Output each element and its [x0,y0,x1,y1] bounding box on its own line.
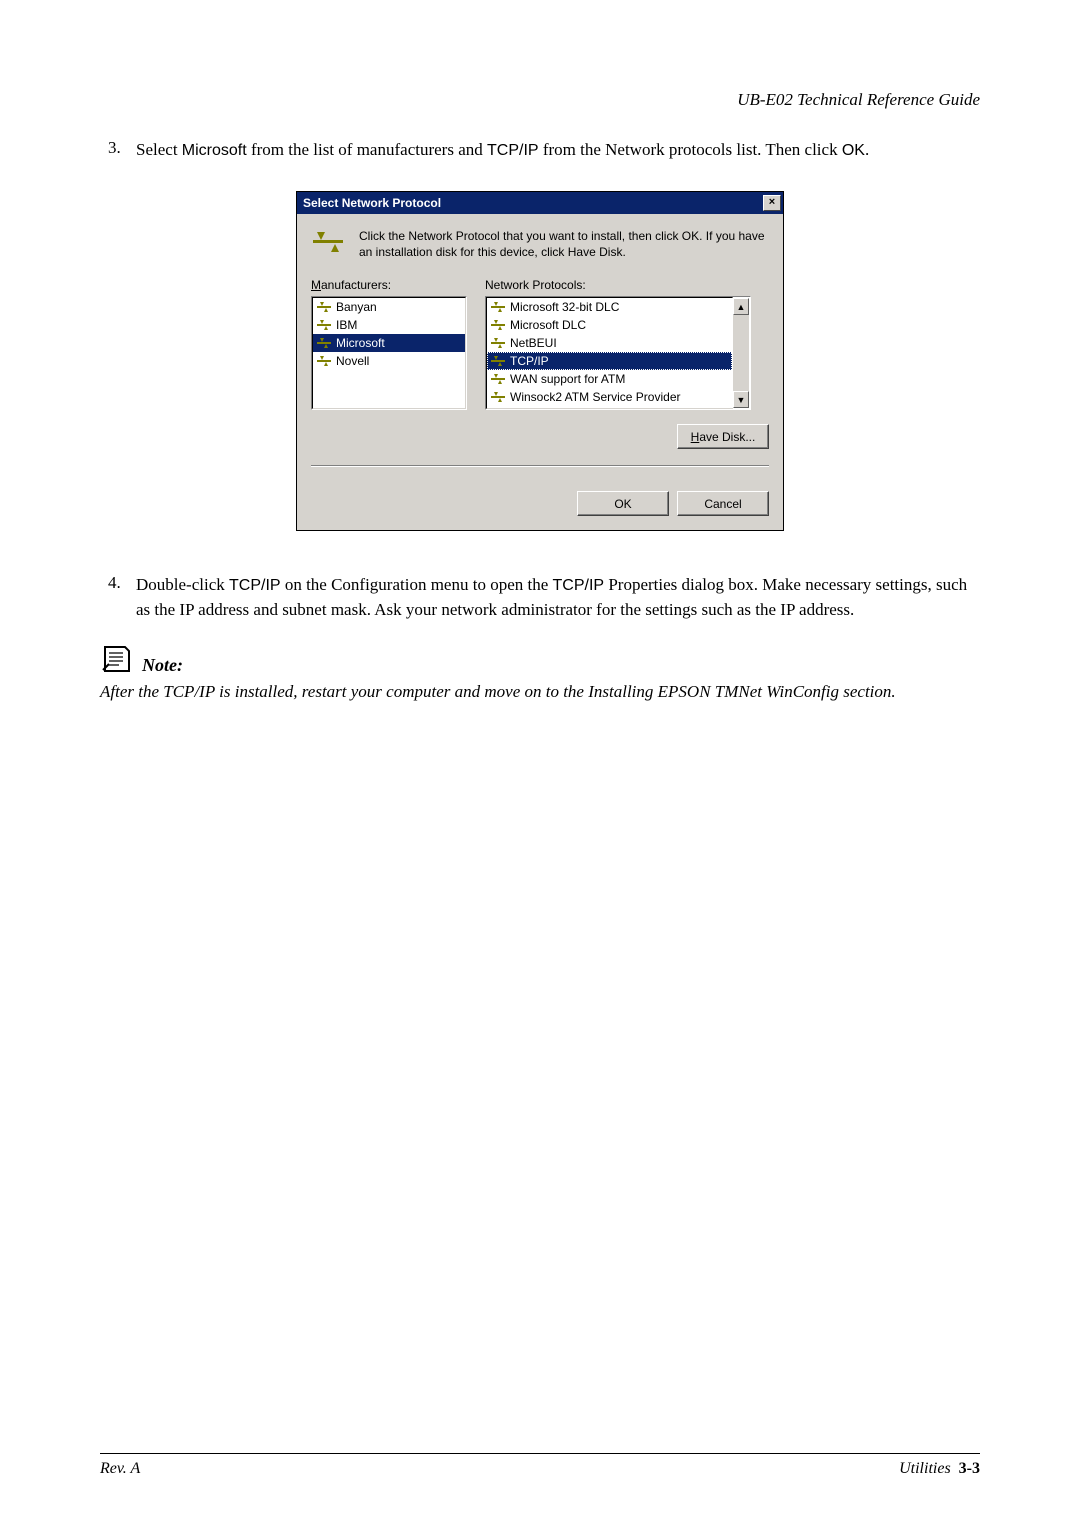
close-icon: × [769,197,775,208]
step-3-number: 3. [100,138,136,163]
protocol-icon [490,372,506,386]
step-3-text: Select Microsoft from the list of manufa… [136,138,980,163]
footer-page: 3-3 [959,1460,980,1477]
cancel-button[interactable]: Cancel [677,491,769,516]
protocol-icon [490,336,506,350]
scroll-down-button[interactable]: ▼ [733,391,749,408]
chevron-down-icon: ▼ [737,395,746,405]
note-label: Note: [142,655,183,676]
protocol-icon [316,354,332,368]
protocol-icon [316,336,332,350]
protocol-icon [490,300,506,314]
step3-tcpip: TCP/IP [487,142,539,159]
footer-right: Utilities 3-3 [899,1460,980,1478]
manufacturer-item[interactable]: Microsoft [313,334,465,352]
close-button[interactable]: × [763,195,781,211]
step3-microsoft: Microsoft [182,142,247,159]
ok-button[interactable]: OK [577,491,669,516]
step3-t4: . [865,140,869,159]
protocol-item[interactable]: NetBEUI [487,334,732,352]
dialog-screenshot: Select Network Protocol × Click the Netw… [100,191,980,531]
step3-t1: Select [136,140,182,159]
footer-section: Utilities [899,1460,951,1477]
scroll-up-button[interactable]: ▲ [733,298,749,315]
protocols-listbox[interactable]: Microsoft 32-bit DLC Microsoft DLC NetBEUI… [485,296,751,410]
note-body: After the TCP/IP is installed, restart y… [100,680,980,705]
step-4-number: 4. [100,573,136,622]
protocol-item[interactable]: TCP/IP [487,352,732,370]
protocol-icon [316,318,332,332]
dialog-titlebar: Select Network Protocol × [297,192,783,214]
step3-ok: OK [842,142,865,159]
step-3: 3. Select Microsoft from the list of man… [100,138,980,163]
chevron-up-icon: ▲ [737,302,746,312]
manufacturer-item[interactable]: Novell [313,352,465,370]
protocol-icon [490,354,506,368]
dialog-title: Select Network Protocol [303,196,441,210]
step3-t2: from the list of manufacturers and [247,140,487,159]
manufacturer-label: Banyan [336,300,377,314]
protocol-item[interactable]: Microsoft 32-bit DLC [487,298,732,316]
protocol-label: Microsoft DLC [510,318,586,332]
protocol-label: WAN support for ATM [510,372,625,386]
manufacturer-item[interactable]: Banyan [313,298,465,316]
step4-t2: on the Configuration menu to open the [281,575,553,594]
protocol-label: NetBEUI [510,336,557,350]
step4-tcpip1: TCP/IP [229,577,281,594]
doc-header: UB-E02 Technical Reference Guide [100,90,980,110]
protocol-label: Winsock2 ATM Service Provider [510,390,681,404]
manufacturer-label: IBM [336,318,357,332]
manufacturers-label: Manufacturers: [311,278,467,292]
manufacturers-listbox[interactable]: Banyan IBM Microsoft Novell [311,296,467,410]
protocols-scrollbar[interactable]: ▲ ▼ [732,298,749,408]
dialog-separator [311,465,769,467]
protocol-label: TCP/IP [510,354,549,368]
footer-left: Rev. A [100,1460,140,1478]
select-network-protocol-dialog: Select Network Protocol × Click the Netw… [296,191,784,531]
step-4-text: Double-click TCP/IP on the Configuration… [136,573,980,622]
protocol-label: Microsoft 32-bit DLC [510,300,619,314]
step4-tcpip2: TCP/IP [553,577,605,594]
note-header: Note: [100,642,980,676]
protocols-label: Network Protocols: [485,278,769,292]
step-4: 4. Double-click TCP/IP on the Configurat… [100,573,980,622]
protocol-item[interactable]: Winsock2 ATM Service Provider [487,388,732,406]
manufacturer-label: Microsoft [336,336,385,350]
have-disk-button[interactable]: Have Disk... [677,424,769,449]
protocol-icon [490,318,506,332]
manufacturer-item[interactable]: IBM [313,316,465,334]
protocol-item[interactable]: Microsoft DLC [487,316,732,334]
protocol-item[interactable]: WAN support for ATM [487,370,732,388]
network-protocol-icon [311,228,345,256]
manufacturer-label: Novell [336,354,369,368]
protocol-icon [490,390,506,404]
step4-t1: Double-click [136,575,229,594]
page-footer: Rev. A Utilities 3-3 [100,1453,980,1478]
protocol-icon [316,300,332,314]
note-icon [100,642,134,676]
dialog-description: Click the Network Protocol that you want… [359,228,769,260]
step3-t3: from the Network protocols list. Then cl… [539,140,842,159]
